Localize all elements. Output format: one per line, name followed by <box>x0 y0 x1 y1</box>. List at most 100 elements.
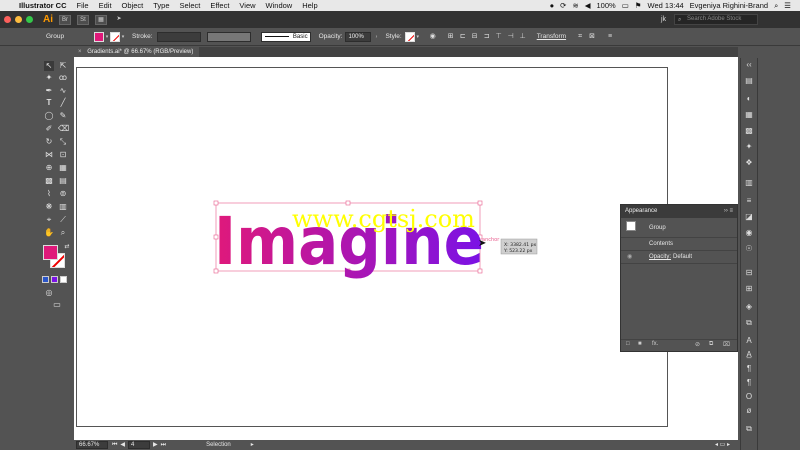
gradient-mode-icon[interactable] <box>51 276 58 283</box>
selection-tool-icon[interactable]: ↖ <box>44 61 54 71</box>
mesh-tool-icon[interactable]: ▩ <box>44 176 54 186</box>
none-mode-icon[interactable] <box>60 276 67 283</box>
spotlight-icon[interactable]: ⌕ <box>771 0 781 11</box>
zoom-field[interactable]: 66.67% <box>76 441 108 449</box>
symbol-sprayer-tool-icon[interactable]: ❋ <box>44 202 54 212</box>
dock-expand-icon[interactable]: ‹‹ <box>744 60 754 70</box>
gradient-panel-icon[interactable]: ◪ <box>744 212 754 222</box>
align-panel-icon[interactable]: ⊟ <box>744 268 754 278</box>
fill-color-box[interactable] <box>43 245 58 260</box>
align-middle-icon[interactable]: ⊣ <box>505 32 517 42</box>
type-tool-icon[interactable]: T <box>44 98 54 108</box>
arrange-documents-icon[interactable]: ▦ <box>95 14 107 25</box>
volume-icon[interactable]: ◀ <box>582 0 594 11</box>
adobe-stock-search-input[interactable]: ⌕ Search Adobe Stock <box>674 14 758 25</box>
current-tool-name[interactable]: Selection <box>206 440 231 450</box>
perspective-grid-tool-icon[interactable]: ▦ <box>58 163 68 173</box>
recolor-artwork-icon[interactable]: ◉ <box>427 32 439 42</box>
minimize-window-icon[interactable] <box>15 16 22 23</box>
menu-file[interactable]: File <box>72 0 94 11</box>
appearance-row-opacity[interactable]: ◉ Opacity: Default <box>621 251 737 264</box>
document-tab[interactable]: × Gradients.ai* @ 66.67% (RGB/Preview) <box>74 47 200 57</box>
fill-swatch[interactable] <box>94 31 104 42</box>
send-icon[interactable]: ➤ <box>113 15 125 25</box>
align-right-icon[interactable]: ⊐ <box>481 32 493 42</box>
paintbrush-tool-icon[interactable]: ✎ <box>58 111 68 121</box>
wifi-icon[interactable]: ≋ <box>569 0 581 11</box>
control-menu-icon[interactable]: ≡ <box>604 32 616 42</box>
add-new-effect-button[interactable]: fx. <box>652 341 658 347</box>
properties-panel-icon[interactable]: ▤ <box>744 76 754 86</box>
duplicate-item-icon[interactable]: ⧉ <box>709 341 713 348</box>
appearance-panel[interactable]: Appearance ›› ≡ Group Contents ◉ Opacity… <box>620 204 738 352</box>
align-left-icon[interactable]: ⊏ <box>457 32 469 42</box>
symbols-panel-icon[interactable]: ❖ <box>744 158 754 168</box>
style-swatch[interactable] <box>404 31 415 42</box>
menu-window[interactable]: Window <box>261 0 298 11</box>
curvature-tool-icon[interactable]: ∿ <box>58 86 68 96</box>
visibility-eye-icon[interactable]: ◉ <box>627 251 632 264</box>
menu-type[interactable]: Type <box>148 0 174 11</box>
color-panel-icon[interactable]: ◐ <box>744 94 754 104</box>
free-transform-tool-icon[interactable]: ⊡ <box>58 150 68 160</box>
shape-builder-tool-icon[interactable]: ⊕ <box>44 163 54 173</box>
drawing-mode-icon[interactable]: ◎ <box>44 288 54 298</box>
direct-selection-tool-icon[interactable]: ⇱ <box>58 61 68 71</box>
opentype-panel-icon[interactable]: ø <box>744 406 754 416</box>
artboard-tool-icon[interactable]: ⌖ <box>44 215 54 225</box>
artboard-number-field[interactable]: 4 <box>128 441 151 449</box>
color-mode-icon[interactable] <box>42 276 49 283</box>
status-menu-icon[interactable]: ▸ <box>251 440 254 450</box>
first-artboard-icon[interactable]: ⏮ <box>112 440 117 450</box>
hand-tool-icon[interactable]: ✋ <box>44 228 54 238</box>
appearance-panel-header[interactable]: Appearance ›› ≡ <box>621 205 737 218</box>
transform-options-icon[interactable]: ⊠ <box>586 32 598 42</box>
clock-text[interactable]: Wed 13:44 <box>645 0 687 11</box>
blend-tool-icon[interactable]: ⊚ <box>58 189 68 199</box>
appearance-row-group[interactable]: Group <box>621 218 737 238</box>
swap-fill-stroke-icon[interactable]: ⇄ <box>62 242 72 252</box>
menu-object[interactable]: Object <box>117 0 149 11</box>
character-styles-icon[interactable]: A̲ <box>744 350 754 360</box>
battery-icon[interactable]: ▭ <box>619 0 632 11</box>
appearance-row-contents[interactable]: Contents <box>621 238 737 251</box>
paragraph-styles-icon[interactable]: ¶ <box>744 378 754 388</box>
swatches-panel-icon[interactable]: ▩ <box>744 126 754 136</box>
width-tool-icon[interactable]: ⋈ <box>44 150 54 160</box>
scale-tool-icon[interactable]: ⤡ <box>58 137 68 147</box>
pen-tool-icon[interactable]: ✒ <box>44 86 54 96</box>
close-window-icon[interactable] <box>4 16 11 23</box>
brush-definition-field[interactable]: Basic <box>260 31 311 42</box>
ellipse-tool-icon[interactable]: ◯ <box>44 111 54 121</box>
add-new-fill-icon[interactable]: ■ <box>638 341 642 347</box>
transform-link[interactable]: Transform <box>537 33 566 40</box>
gradient-tool-icon[interactable]: ▤ <box>58 176 68 186</box>
opacity-dropdown-icon[interactable]: › <box>373 32 379 42</box>
menu-edit[interactable]: Edit <box>94 0 117 11</box>
menu-select[interactable]: Select <box>175 0 206 11</box>
appearance-panel-icon[interactable]: ☉ <box>744 244 754 254</box>
menu-app-name[interactable]: Illustrator CC <box>14 0 72 11</box>
color-guide-icon[interactable]: ▦ <box>744 110 754 120</box>
slice-tool-icon[interactable]: ⟋ <box>58 215 68 225</box>
rotate-tool-icon[interactable]: ↻ <box>44 137 54 147</box>
layers-panel-icon[interactable]: ◈ <box>744 302 754 312</box>
menu-effect[interactable]: Effect <box>205 0 234 11</box>
add-new-stroke-icon[interactable]: □ <box>626 341 630 347</box>
opacity-field[interactable]: 100% <box>345 31 372 42</box>
align-top-icon[interactable]: ⊤ <box>493 32 505 42</box>
align-center-icon[interactable]: ⊟ <box>469 32 481 42</box>
scroll-left-icon[interactable]: ◂ ▭ ▸ <box>715 440 730 450</box>
variable-width-field[interactable] <box>206 31 251 42</box>
prev-artboard-icon[interactable]: ◀ <box>120 440 125 450</box>
lasso-tool-icon[interactable]: ꝏ <box>58 73 68 83</box>
brushes-panel-icon[interactable]: ✦ <box>744 142 754 152</box>
line-tool-icon[interactable]: ╱ <box>58 98 68 108</box>
transparency-panel-icon[interactable]: ◉ <box>744 228 754 238</box>
menu-list-icon[interactable]: ☰ <box>781 0 794 11</box>
libraries-panel-icon[interactable]: ⧉ <box>744 424 754 434</box>
eyedropper-tool-icon[interactable]: ⌇ <box>44 189 54 199</box>
clear-appearance-icon[interactable]: ⊘ <box>695 341 700 348</box>
appearance-opacity-label[interactable]: Opacity: <box>649 251 671 264</box>
sync-icon[interactable]: ⟳ <box>557 0 569 11</box>
